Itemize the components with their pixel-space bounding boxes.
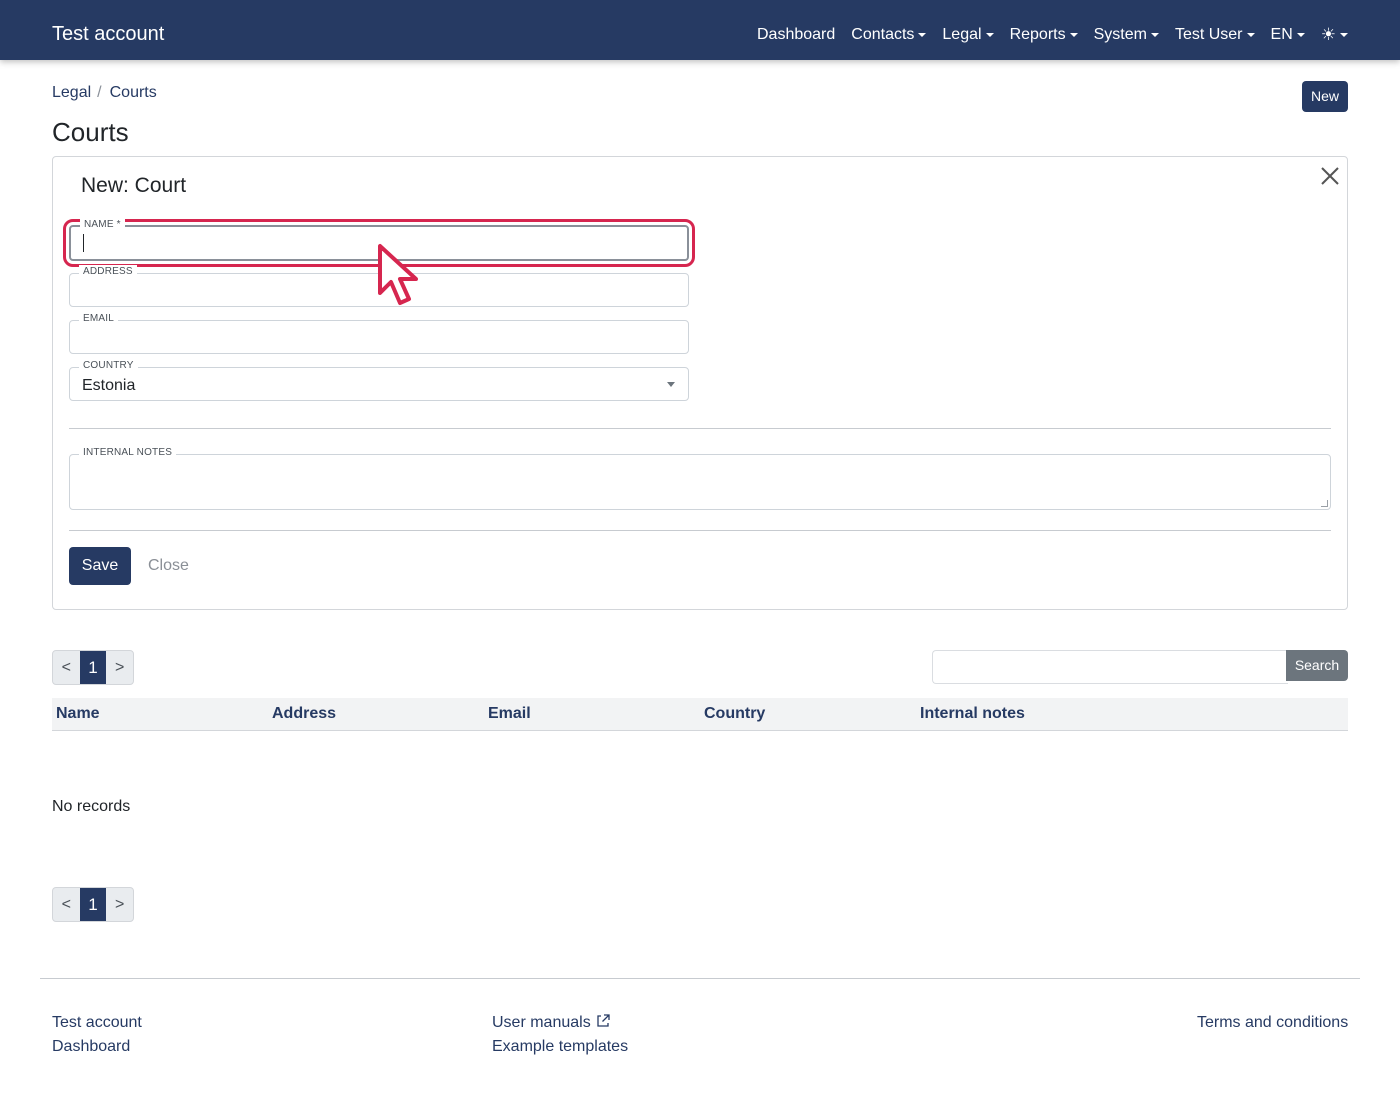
search-input[interactable] (932, 650, 1288, 684)
column-header-name[interactable]: Name (56, 704, 100, 724)
name-field[interactable]: NAME * (63, 218, 695, 267)
address-field-label: ADDRESS (79, 265, 137, 279)
caret-down-icon (1246, 33, 1255, 37)
country-select-value: Estonia (82, 377, 136, 394)
country-select[interactable]: COUNTRY Estonia (69, 359, 689, 401)
pagination-top: < 1 > (52, 650, 134, 685)
column-header-country[interactable]: Country (704, 704, 765, 724)
page-title: Courts (52, 117, 129, 147)
footer-link-dashboard[interactable]: Dashboard (52, 1037, 130, 1057)
breadcrumb: Legal / Courts (52, 83, 157, 103)
footer-link-label: User manuals (492, 1014, 591, 1031)
form-divider (69, 530, 1331, 531)
caret-down-icon (985, 33, 994, 37)
text-caret (83, 234, 84, 252)
form-title: New: Court (81, 174, 187, 197)
breadcrumb-legal-link[interactable]: Legal (52, 83, 91, 103)
breadcrumb-separator: / (97, 84, 102, 101)
footer-link-example-templates[interactable]: Example templates (492, 1037, 628, 1057)
caret-down-icon (1150, 33, 1159, 37)
nav-item-label: Reports (1009, 26, 1066, 43)
close-icon[interactable] (1319, 165, 1341, 187)
internal-notes-textarea[interactable]: INTERNAL NOTES (69, 446, 1331, 510)
footer-divider (40, 978, 1360, 979)
nav-item-reports[interactable]: Reports (1010, 24, 1078, 46)
form-divider (69, 428, 1331, 429)
nav-item-label: System (1093, 26, 1147, 43)
pagination-next-button[interactable]: > (106, 888, 133, 921)
email-field[interactable]: EMAIL (69, 312, 689, 354)
brand-title[interactable]: Test account (52, 22, 164, 46)
new-button[interactable]: New (1302, 81, 1348, 112)
pagination-next-button[interactable]: > (106, 651, 133, 684)
pagination-prev-button[interactable]: < (53, 888, 80, 921)
empty-state-text: No records (52, 798, 131, 815)
nav-item-dashboard[interactable]: Dashboard (757, 24, 835, 46)
new-court-form: New: Court NAME * ADDRESS EMAIL COUNTRY … (52, 156, 1348, 610)
nav-item-label: Legal (942, 26, 982, 43)
footer-link-user-manuals[interactable]: User manuals (492, 1013, 611, 1033)
pagination-prev-button[interactable]: < (53, 651, 80, 684)
footer-link-terms[interactable]: Terms and conditions (1197, 1013, 1348, 1033)
caret-down-icon (1340, 33, 1348, 37)
dropdown-arrow-icon (667, 382, 675, 387)
breadcrumb-current: Courts (109, 84, 157, 101)
column-header-email[interactable]: Email (488, 704, 531, 724)
theme-toggle[interactable]: ☀ (1321, 24, 1348, 46)
column-header-internal-notes[interactable]: Internal notes (920, 704, 1025, 724)
pagination-bottom: < 1 > (52, 887, 134, 922)
caret-down-icon (1069, 33, 1078, 37)
nav-item-label: EN (1270, 26, 1293, 43)
external-link-icon (597, 1014, 610, 1027)
footer-link-test-account[interactable]: Test account (52, 1013, 142, 1033)
email-field-label: EMAIL (79, 312, 119, 326)
close-button[interactable]: Close (148, 556, 189, 576)
caret-down-icon (918, 33, 927, 37)
column-header-address[interactable]: Address (272, 704, 336, 724)
search-button[interactable]: Search (1286, 650, 1348, 681)
nav-item-language[interactable]: EN (1271, 24, 1305, 46)
country-select-label: COUNTRY (79, 359, 138, 373)
save-button[interactable]: Save (69, 547, 131, 585)
caret-down-icon (1296, 33, 1305, 37)
name-field-label: NAME * (80, 218, 125, 232)
nav-item-system[interactable]: System (1094, 24, 1159, 46)
nav-item-legal[interactable]: Legal (942, 24, 994, 46)
internal-notes-label: INTERNAL NOTES (79, 446, 177, 460)
sun-icon: ☀ (1320, 25, 1336, 44)
nav-item-contacts[interactable]: Contacts (851, 24, 927, 46)
nav-item-label: Contacts (851, 26, 915, 43)
resize-grip-icon[interactable] (1321, 500, 1328, 507)
nav-item-label: Test User (1174, 26, 1243, 43)
table-header: Name Address Email Country Internal note… (52, 698, 1348, 731)
pagination-page-1[interactable]: 1 (79, 651, 107, 684)
top-navbar: Test account Dashboard Contacts Legal Re… (0, 0, 1400, 60)
nav-menu: Dashboard Contacts Legal Reports System … (757, 24, 1348, 46)
nav-item-user-menu[interactable]: Test User (1175, 24, 1255, 46)
address-field[interactable]: ADDRESS (69, 265, 689, 307)
nav-item-label: Dashboard (756, 26, 836, 43)
pagination-page-1[interactable]: 1 (79, 888, 107, 921)
